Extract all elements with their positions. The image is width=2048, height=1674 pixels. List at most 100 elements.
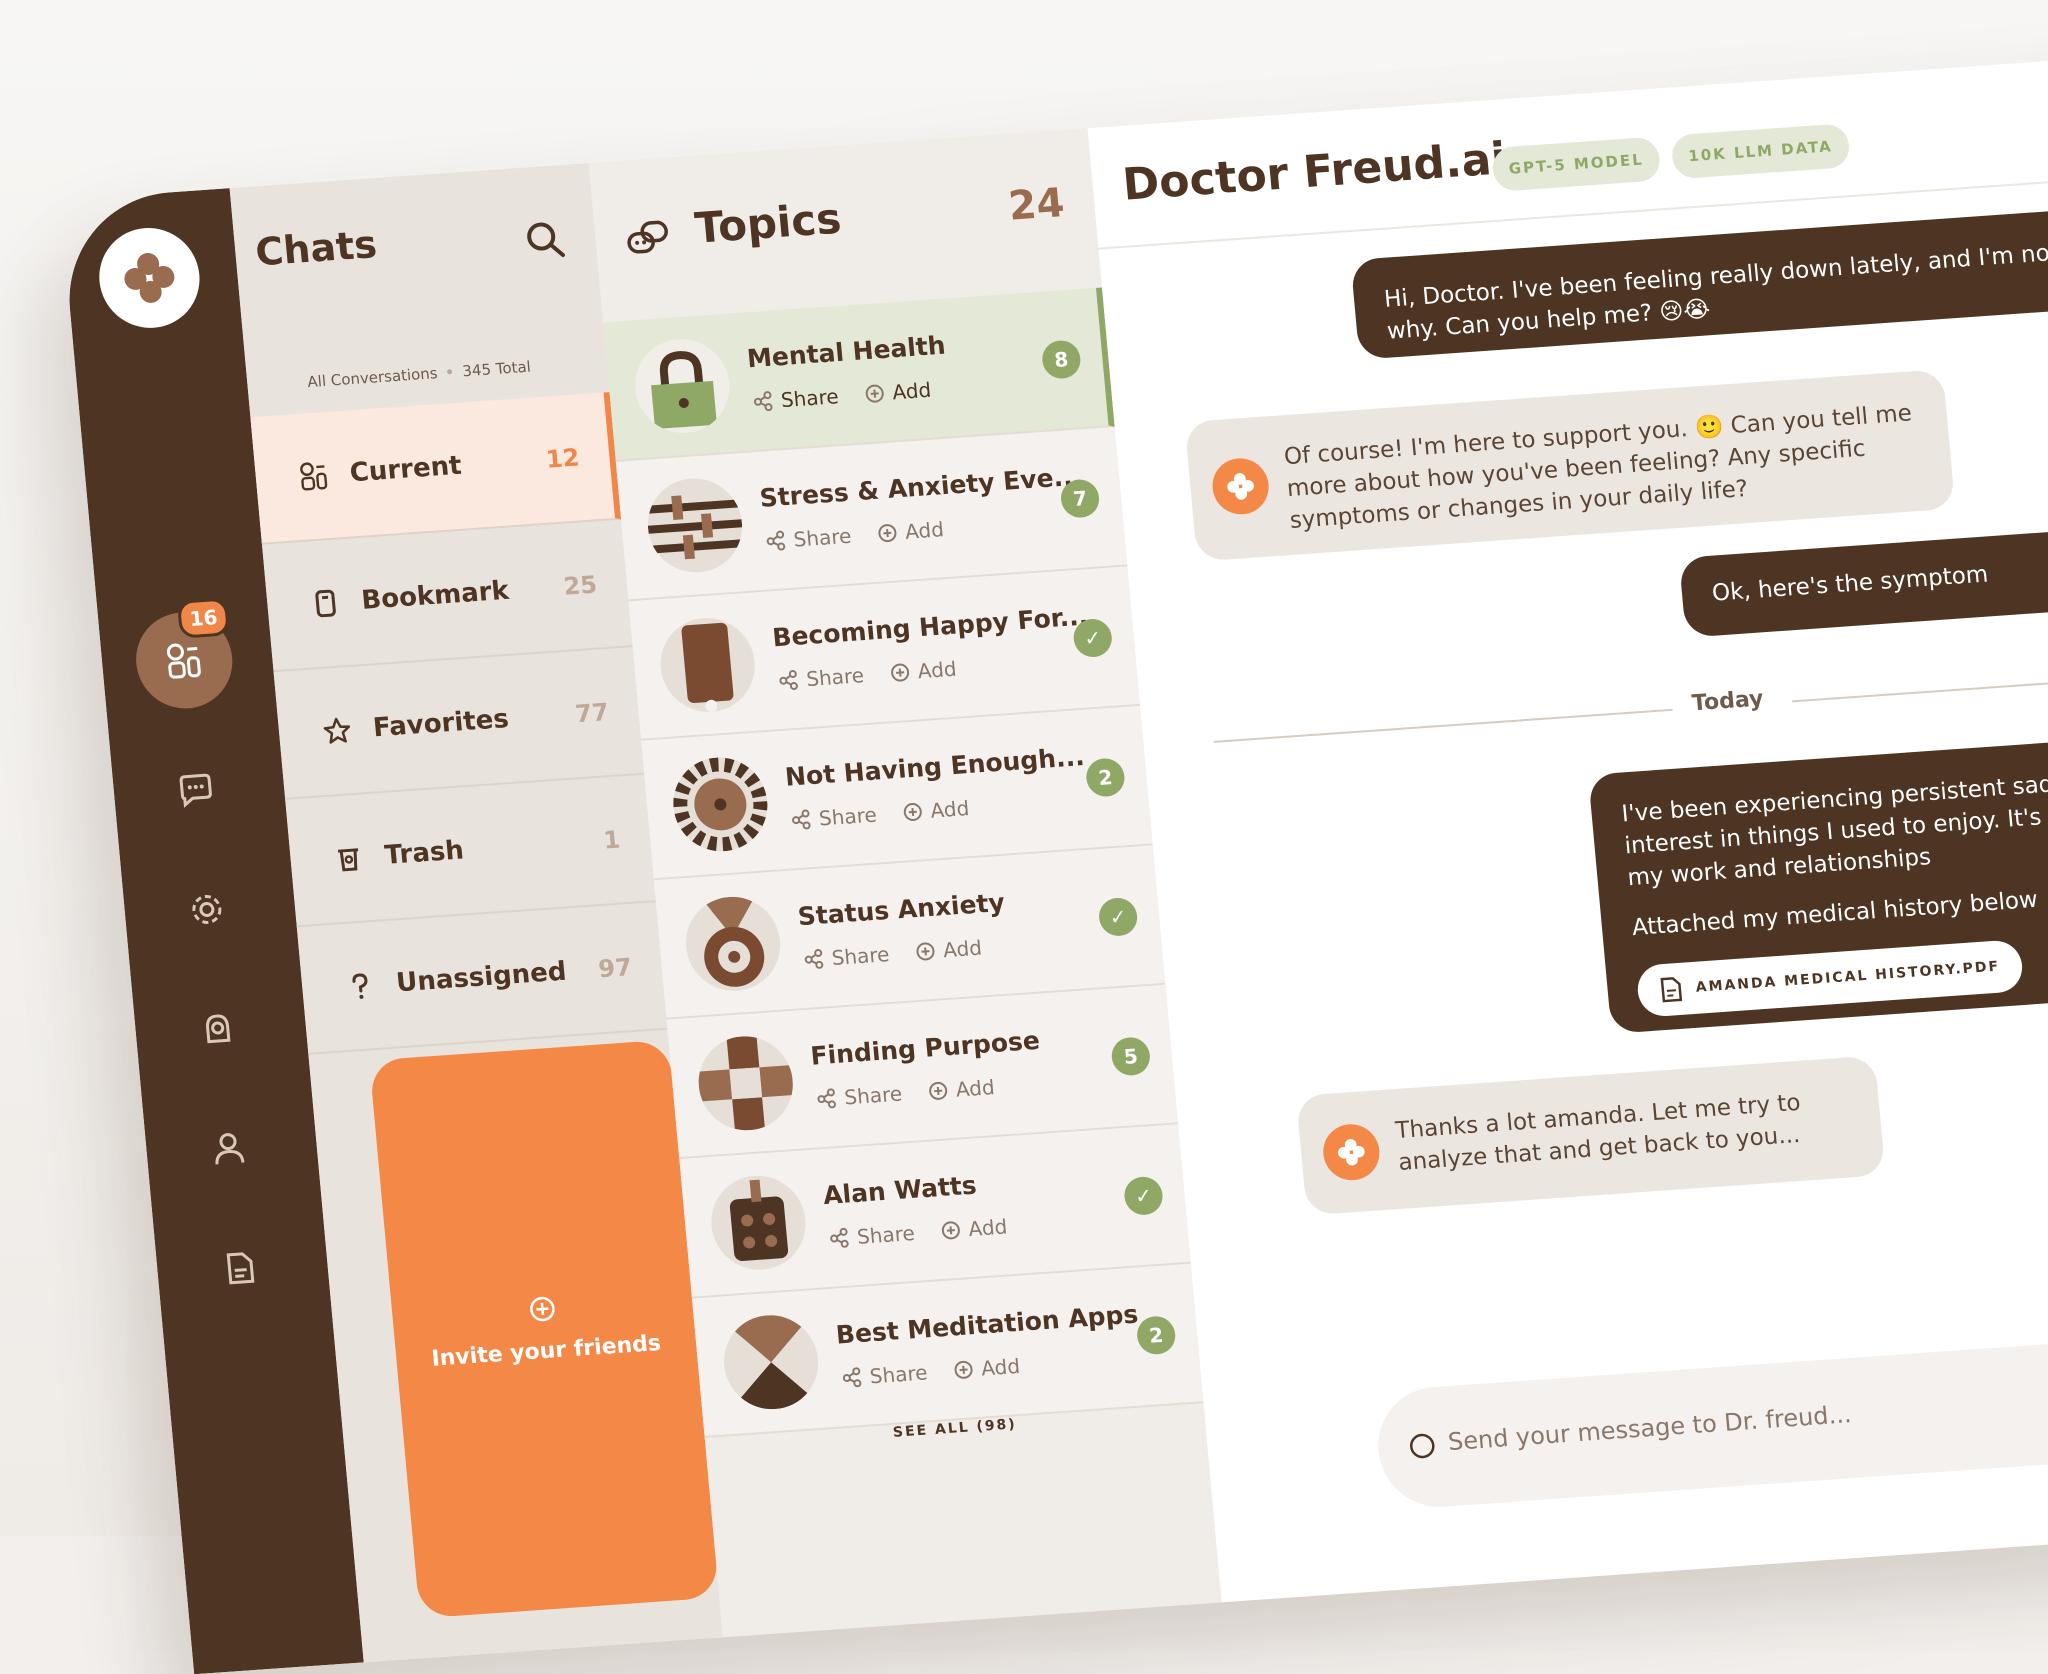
bot-message: Of course! I'm here to support you. 🙂 Ca… <box>1185 369 1956 561</box>
hourglass-thumbnail <box>720 1312 822 1412</box>
share-icon <box>828 1228 850 1249</box>
bot-message: Thanks a lot amanda. Let me try to analy… <box>1296 1056 1885 1216</box>
date-divider-label: Today <box>1691 686 1765 716</box>
attachment-chip[interactable]: AMANDA MEDICAL HISTORY.PDF <box>1636 939 2025 1018</box>
share-button[interactable]: Share <box>803 942 891 972</box>
topics-title: Topics <box>693 194 843 253</box>
trash-icon <box>329 839 368 877</box>
add-icon <box>914 941 936 962</box>
user-message: I've been experiencing persistent sad of… <box>1588 732 2048 1034</box>
menu-item-label: Current <box>349 451 463 489</box>
topics-icon <box>624 217 674 264</box>
topics-list: Mental Health Share Add 8 Stress & Anxie… <box>603 288 1203 1439</box>
flower-logo-icon <box>117 246 182 310</box>
bot-avatar <box>1210 457 1271 517</box>
add-button[interactable]: Add <box>901 796 970 825</box>
share-button[interactable]: Share <box>828 1221 916 1251</box>
topic-actions: Share Add <box>803 936 983 972</box>
topic-check-badge: ✓ <box>1097 897 1138 938</box>
topic-actions: Share Add <box>815 1075 995 1111</box>
date-divider: Today <box>1212 653 2048 761</box>
add-icon <box>902 801 924 822</box>
topic-actions: Share Add <box>765 517 945 553</box>
app-window: 16 Chats All Conversations345 Total <box>60 55 2048 1674</box>
rail-settings-button[interactable] <box>166 869 249 950</box>
add-button[interactable]: Add <box>952 1354 1021 1383</box>
checker-thumbnail <box>695 1033 797 1133</box>
chat-title: Doctor Freud.ai <box>1121 133 1509 211</box>
menu-item-unassigned[interactable]: Unassigned 97 <box>297 902 668 1055</box>
plus-circle-icon <box>527 1294 557 1324</box>
share-button[interactable]: Share <box>765 524 853 554</box>
gear-thumbnail <box>669 754 771 854</box>
rail-profile-button[interactable] <box>187 1108 270 1189</box>
message-input[interactable]: Send your message to Dr. freud... <box>1373 1329 2048 1511</box>
padlock-thumbnail <box>631 336 733 436</box>
all-conversations-label: All Conversations <box>307 364 439 391</box>
add-button[interactable]: Add <box>863 378 932 407</box>
conversations-total: 345 Total <box>462 358 532 381</box>
add-button[interactable]: Add <box>889 657 958 686</box>
menu-item-favorites[interactable]: Favorites 77 <box>274 647 645 800</box>
user-message: Ok, here's the symptom <box>1679 523 2048 638</box>
bookmark-icon <box>306 584 345 622</box>
share-icon <box>803 949 825 970</box>
file-icon <box>1659 976 1683 1003</box>
add-icon <box>864 383 886 404</box>
conversations-summary: All Conversations 345 Total <box>307 358 532 392</box>
add-button[interactable]: Add <box>940 1214 1009 1243</box>
topic-badge: 2 <box>1136 1315 1177 1356</box>
chat-main: Doctor Freud.ai GPT-5 MODEL 10K LLM DATA… <box>1087 55 2048 1602</box>
message-input-placeholder: Send your message to Dr. freud... <box>1447 1400 1853 1456</box>
medal-thumbnail <box>682 894 784 994</box>
menu-item-label: Bookmark <box>360 576 510 616</box>
invite-friends-label: Invite your friends <box>430 1330 662 1371</box>
chat-filter-menu: Current 12 Bookmark 25 Favorites 77 <box>250 392 667 1055</box>
share-button[interactable]: Share <box>752 384 840 414</box>
menu-item-bookmark[interactable]: Bookmark 25 <box>262 520 633 673</box>
invite-friends-button[interactable]: Invite your friends <box>369 1040 719 1619</box>
share-button[interactable]: Share <box>777 663 865 693</box>
add-icon <box>927 1080 949 1101</box>
share-button[interactable]: Share <box>815 1081 903 1111</box>
topic-actions: Share Add <box>841 1354 1021 1390</box>
rail-messages-button[interactable] <box>155 749 238 830</box>
share-icon <box>765 530 787 551</box>
rail-brain-button[interactable] <box>176 989 259 1070</box>
add-button[interactable]: Add <box>927 1075 996 1104</box>
topic-title: Status Anxiety <box>797 888 1006 931</box>
app-logo[interactable] <box>95 225 204 332</box>
menu-item-current[interactable]: Current 12 <box>250 392 621 545</box>
menu-item-trash[interactable]: Trash 1 <box>285 775 656 928</box>
menu-item-count: 25 <box>562 571 598 601</box>
rail-docs-button[interactable] <box>198 1228 281 1309</box>
add-button[interactable]: Add <box>914 936 983 965</box>
share-icon <box>790 809 812 830</box>
topic-actions: Share Add <box>777 657 957 693</box>
menu-item-count: 97 <box>597 953 633 983</box>
topic-actions: Share Add <box>790 796 970 832</box>
share-button[interactable]: Share <box>790 803 878 833</box>
gear-icon <box>187 890 226 928</box>
sliders-thumbnail <box>644 475 746 575</box>
topic-badge: 5 <box>1110 1036 1151 1077</box>
question-icon <box>341 967 380 1005</box>
phone-thumbnail <box>657 615 759 715</box>
people-icon <box>162 639 206 682</box>
share-button[interactable]: Share <box>841 1360 929 1390</box>
menu-item-label: Favorites <box>372 704 510 743</box>
menu-item-count: 1 <box>602 826 621 855</box>
topic-badge: 8 <box>1041 339 1082 380</box>
people-icon <box>294 457 333 495</box>
topic-title: Not Having Enough... <box>784 742 1086 792</box>
attach-circle-icon <box>1407 1431 1437 1461</box>
chats-search-button[interactable] <box>522 217 570 268</box>
flower-logo-icon <box>1223 469 1258 503</box>
topic-title: Best Meditation Apps <box>835 1300 1140 1350</box>
menu-item-label: Unassigned <box>395 957 568 999</box>
share-icon <box>816 1088 838 1109</box>
topic-title: Alan Watts <box>822 1171 978 1211</box>
share-icon <box>752 391 774 412</box>
rail-notification-badge: 16 <box>177 597 230 638</box>
add-button[interactable]: Add <box>876 517 945 546</box>
